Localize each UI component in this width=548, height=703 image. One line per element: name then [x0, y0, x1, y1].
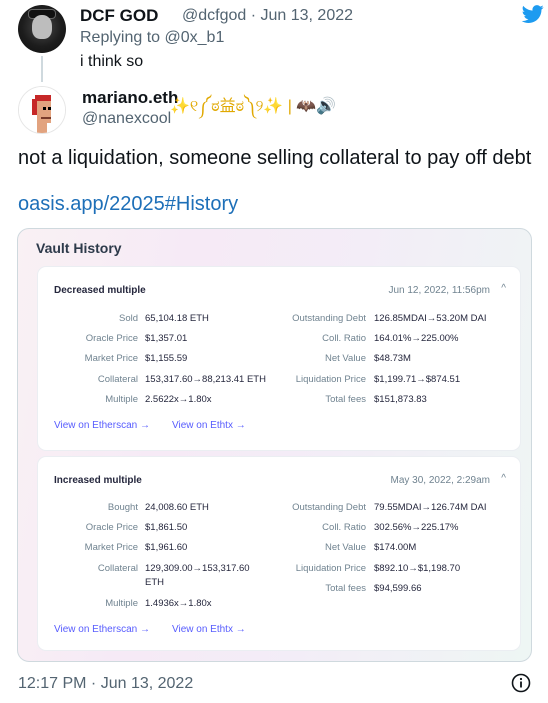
author-avatar[interactable] — [18, 86, 66, 134]
chevron-up-icon[interactable]: ^ — [501, 283, 506, 294]
entry-label: Sold — [118, 313, 138, 324]
entry-label: Bought — [107, 502, 138, 513]
tweet-link[interactable]: oasis.app/22025#History — [18, 193, 238, 216]
entry-label: Liquidation Price — [295, 374, 366, 385]
entry-value: $174.00M — [374, 542, 417, 553]
entry-label: Net Value — [324, 542, 366, 553]
entry-value: $48.73M — [374, 353, 411, 364]
entry-value: $1,861.50 — [145, 522, 188, 533]
entry-label: Total fees — [325, 394, 366, 405]
entry-value: 79.55MDAI→126.74M DAI — [374, 502, 487, 513]
entry-value: $892.10→$1,198.70 — [374, 563, 461, 574]
entry-value: $1,357.01 — [145, 333, 188, 344]
entry-value: 302.56%→225.17% — [374, 522, 459, 533]
entry-label: Liquidation Price — [295, 563, 366, 574]
entry-label: Multiple — [105, 598, 138, 609]
entry-value: 1.4936x→1.80x — [145, 598, 212, 609]
entry-label: Collateral — [97, 374, 138, 385]
avatar[interactable] — [18, 5, 66, 53]
replying-prefix: Replying to — [80, 29, 165, 46]
entry-value: $1,199.71→$874.51 — [374, 374, 461, 385]
view-on-etherscan-link[interactable]: View on Etherscan → — [54, 624, 150, 635]
entry-title: Increased multiple — [54, 475, 142, 486]
punk-avatar-icon — [19, 87, 65, 133]
replying-to: Replying to @0x_b1 — [80, 29, 224, 47]
entry-value: 126.85MDAI→53.20M DAI — [374, 313, 487, 324]
entry-label: Market Price — [84, 542, 138, 553]
entry-value: 2.5622x→1.80x — [145, 394, 212, 405]
entry-date: May 30, 2022, 2:29am — [390, 475, 490, 486]
entry-value: 24,008.60 ETH — [145, 502, 209, 513]
history-entry: Decreased multiple Jun 12, 2022, 11:56pm… — [38, 267, 520, 450]
entry-date: Jun 12, 2022, 11:56pm — [388, 285, 490, 296]
entry-label: Market Price — [84, 353, 138, 364]
chevron-up-icon[interactable]: ^ — [501, 473, 506, 484]
reply-author-name[interactable]: DCF GOD — [80, 6, 158, 26]
entry-label: Coll. Ratio — [322, 522, 366, 533]
entry-value: $94,599.66 — [374, 583, 422, 594]
twitter-bird-icon[interactable] — [520, 3, 546, 25]
entry-label: Collateral — [97, 563, 138, 574]
entry-value: $151,873.83 — [374, 394, 427, 405]
view-on-ethtx-link[interactable]: View on Ethtx → — [172, 624, 246, 635]
thread-line — [41, 56, 43, 82]
info-icon[interactable] — [511, 673, 531, 693]
entry-label: Outstanding Debt — [292, 502, 366, 513]
entry-value: $1,961.60 — [145, 542, 188, 553]
entry-label: Net Value — [324, 353, 366, 364]
entry-value: 153,317.60→88,213.41 ETH — [145, 374, 266, 385]
vault-history-title: Vault History — [36, 240, 122, 256]
entry-label: Oracle Price — [85, 522, 138, 533]
entry-value: 164.01%→225.00% — [374, 333, 459, 344]
reply-meta: @dcfgod · Jun 13, 2022 — [182, 7, 354, 24]
author-name-emoji: ✨୧༼ಠ益ಠ༽୨✨ | 🦇🔊 — [170, 98, 337, 115]
entry-label: Oracle Price — [85, 333, 138, 344]
entry-label: Total fees — [325, 583, 366, 594]
entry-title: Decreased multiple — [54, 285, 146, 296]
view-on-ethtx-link[interactable]: View on Ethtx → — [172, 420, 246, 431]
author-name[interactable]: mariano.eth — [82, 88, 178, 108]
entry-value: 65,104.18 ETH — [145, 313, 209, 324]
entry-label: Coll. Ratio — [322, 333, 366, 344]
tweet-author: mariano.eth ✨୧༼ಠ益ಠ༽୨✨ | 🦇🔊 @nanexcool — [16, 84, 536, 134]
entry-value: 129,309.00→153,317.60 — [145, 563, 250, 574]
tweet-text: not a liquidation, someone selling colla… — [18, 147, 532, 169]
history-entry: Increased multiple May 30, 2022, 2:29am … — [38, 457, 520, 650]
reply-text: i think so — [80, 53, 144, 70]
replying-handle[interactable]: @0x_b1 — [165, 29, 225, 46]
entry-value: $1,155.59 — [145, 353, 188, 364]
avatar-face — [32, 15, 52, 39]
vault-history-image[interactable]: Vault History Decreased multiple Jun 12,… — [17, 228, 532, 662]
entry-label: Multiple — [105, 394, 138, 405]
reply-tweet: DCF GOD @dcfgod · Jun 13, 2022 Replying … — [12, 0, 544, 82]
entry-label: Outstanding Debt — [292, 313, 366, 324]
tweet-timestamp[interactable]: 12:17 PM · Jun 13, 2022 — [18, 675, 193, 693]
view-on-etherscan-link[interactable]: View on Etherscan → — [54, 420, 150, 431]
author-handle[interactable]: @nanexcool — [82, 110, 171, 128]
entry-value-continued: ETH — [145, 577, 164, 588]
